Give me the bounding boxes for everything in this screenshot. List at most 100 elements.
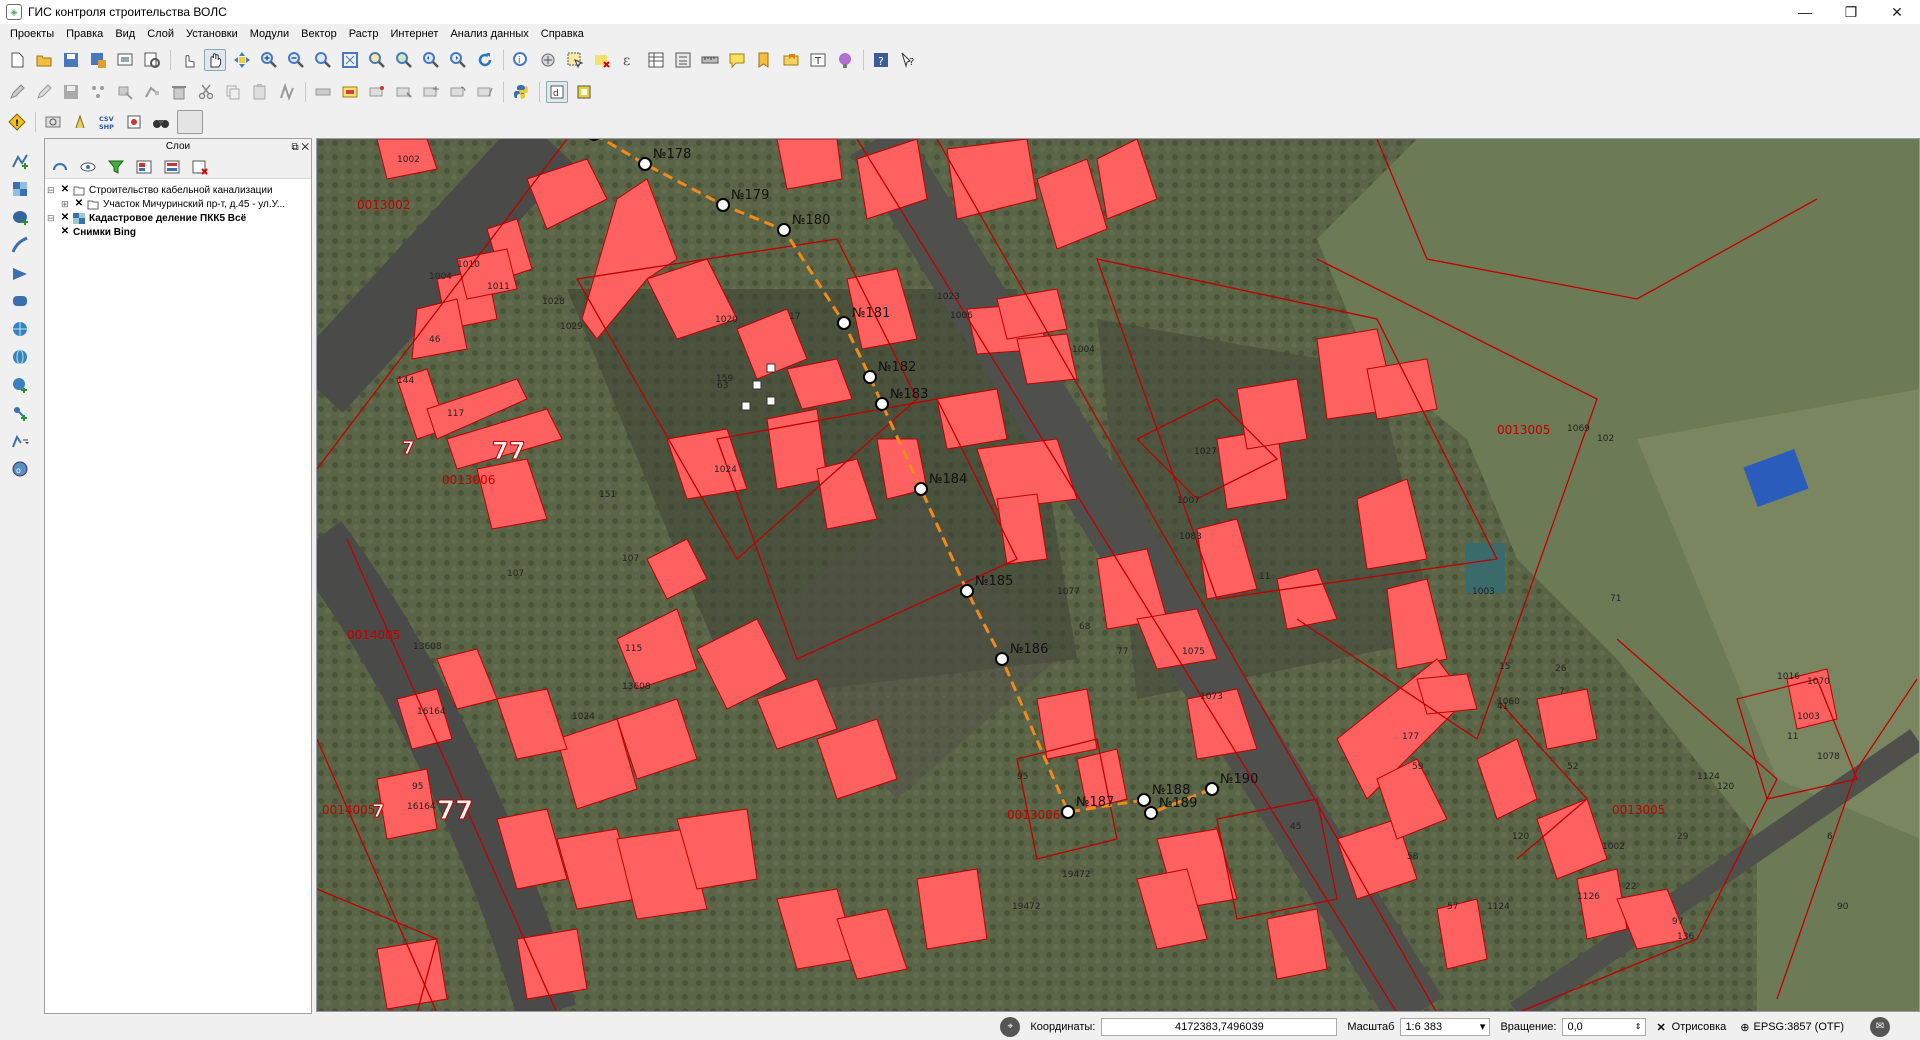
delete-selected-icon[interactable] [168, 81, 190, 103]
layer-checkbox[interactable]: ✕ [74, 199, 84, 209]
expression-select-icon[interactable]: ε [618, 49, 640, 71]
run-action-icon[interactable] [537, 49, 559, 71]
layer-row-cadastral[interactable]: ⊟ ✕ Кадастровое деление ПКК5 Всё [47, 211, 309, 225]
node-tool-icon[interactable] [141, 81, 163, 103]
menu-edit[interactable]: Правка [60, 28, 109, 40]
add-vector-layer-icon[interactable] [9, 150, 31, 172]
add-wcs-layer-icon[interactable] [9, 318, 31, 340]
zoom-native-icon[interactable] [312, 49, 334, 71]
menu-raster[interactable]: Растр [343, 28, 385, 40]
save-project-icon[interactable] [60, 49, 82, 71]
zoom-to-layer-icon[interactable] [393, 49, 415, 71]
pan-map-icon[interactable] [204, 49, 226, 71]
plugin-tool-icon[interactable]: d [546, 81, 568, 103]
print-layout-icon[interactable] [114, 49, 136, 71]
visibility-eye-icon[interactable] [79, 158, 97, 176]
add-feature-icon[interactable] [87, 81, 109, 103]
copy-features-icon[interactable] [222, 81, 244, 103]
menu-data-analysis[interactable]: Анализ данных [444, 28, 534, 40]
messages-icon[interactable]: ✉ [1870, 1017, 1890, 1037]
georeferencer-icon[interactable] [42, 111, 64, 133]
layout-manager-icon[interactable] [141, 49, 163, 71]
select-features-icon[interactable] [564, 49, 586, 71]
menu-view[interactable]: Вид [109, 28, 141, 40]
zoom-full-icon[interactable] [339, 49, 361, 71]
map-tips-icon[interactable] [726, 49, 748, 71]
new-project-icon[interactable] [6, 49, 28, 71]
zoom-in-icon[interactable] [258, 49, 280, 71]
label-tool-icon[interactable] [312, 81, 334, 103]
map-svg[interactable]: №177№178№179№180№181№182№183№184№185№186… [317, 139, 1920, 1012]
menu-plugins[interactable]: Модули [244, 28, 295, 40]
whats-this-icon[interactable]: ? [897, 49, 919, 71]
label-highlight-icon[interactable] [339, 81, 361, 103]
help-icon[interactable]: ? [870, 49, 892, 71]
layer-row-construction[interactable]: ⊟ ✕ Строительство кабельной канализации [47, 183, 309, 197]
menu-vector[interactable]: Вектор [295, 28, 343, 40]
filter-legend-icon[interactable] [107, 158, 125, 176]
paste-features-icon[interactable] [249, 81, 271, 103]
menu-settings[interactable]: Установки [180, 28, 244, 40]
close-button[interactable]: ✕ [1874, 0, 1920, 24]
map-canvas[interactable]: №177№178№179№180№181№182№183№184№185№186… [316, 138, 1920, 1012]
add-postgis-layer-icon[interactable] [9, 206, 31, 228]
python-console-icon[interactable] [510, 81, 532, 103]
style-manager-icon[interactable] [834, 49, 856, 71]
layer-checkbox[interactable]: ✕ [60, 213, 70, 223]
menu-layer[interactable]: Слой [141, 28, 180, 40]
render-checkbox[interactable]: ✕ [1656, 1021, 1665, 1034]
touch-icon[interactable] [177, 49, 199, 71]
add-group-icon[interactable] [135, 158, 153, 176]
panel-float-close-buttons[interactable]: ⧉ ✕ [291, 140, 309, 156]
identify-icon[interactable]: i [510, 49, 532, 71]
show-bookmarks-icon[interactable] [780, 49, 802, 71]
deselect-icon[interactable] [591, 49, 613, 71]
cut-features-icon[interactable] [195, 81, 217, 103]
zoom-to-selection-icon[interactable] [366, 49, 388, 71]
binoculars-icon[interactable] [150, 111, 172, 133]
zoom-out-icon[interactable] [285, 49, 307, 71]
spin-arrows-icon[interactable]: ⇕ [1635, 1019, 1642, 1035]
coordinates-field[interactable]: 4172383,7496039 [1101, 1018, 1338, 1036]
layer-style-icon[interactable] [51, 158, 69, 176]
digitize-tool-icon[interactable] [276, 81, 298, 103]
scale-combobox[interactable]: 1:6 383 ▾ [1400, 1018, 1491, 1036]
plugin-tool-2-icon[interactable] [573, 81, 595, 103]
remove-layer-icon[interactable] [191, 158, 209, 176]
layer-checkbox[interactable]: ✕ [60, 227, 70, 237]
add-delimited-text-icon[interactable] [9, 374, 31, 396]
expand-all-icon[interactable] [163, 158, 181, 176]
spatial-query-icon[interactable] [123, 111, 145, 133]
change-label-icon[interactable] [474, 81, 496, 103]
move-label-icon[interactable] [420, 81, 442, 103]
csv-shp-icon[interactable]: CSV SHP [96, 111, 118, 133]
coordinate-toggle-icon[interactable]: ⌖ [1000, 1017, 1021, 1037]
rotation-spinbox[interactable]: 0,0 ⇕ [1562, 1018, 1647, 1036]
minimize-button[interactable]: — [1782, 0, 1828, 24]
add-wms-layer-icon[interactable] [9, 262, 31, 284]
toggle-editing-icon[interactable] [33, 81, 55, 103]
add-globe-layer-icon[interactable]: o [9, 458, 31, 480]
current-edits-icon[interactable] [6, 81, 28, 103]
expander-icon[interactable]: ⊟ [47, 185, 57, 196]
save-edits-icon[interactable] [60, 81, 82, 103]
rotate-label-icon[interactable] [447, 81, 469, 103]
add-wfs-layer-icon[interactable] [9, 346, 31, 368]
add-virtual-layer-icon[interactable] [9, 402, 31, 424]
menu-web[interactable]: Интернет [384, 28, 444, 40]
coordinate-capture-icon[interactable] [69, 111, 91, 133]
menu-help[interactable]: Справка [535, 28, 590, 40]
zoom-last-icon[interactable] [420, 49, 442, 71]
text-annotation-icon[interactable]: T [807, 49, 829, 71]
menu-projects[interactable]: Проекты [4, 28, 60, 40]
new-bookmark-icon[interactable] [753, 49, 775, 71]
field-calculator-icon[interactable] [672, 49, 694, 71]
layer-row-section[interactable]: ⊞ ✕ Участок Мичуринский пр-т, д.45 - ул.… [47, 197, 309, 211]
chevron-down-icon[interactable]: ▾ [1480, 1019, 1486, 1035]
layer-checkbox[interactable]: ✕ [60, 185, 70, 195]
move-feature-icon[interactable] [114, 81, 136, 103]
measure-icon[interactable] [699, 49, 721, 71]
layer-row-bing[interactable]: ✕ Снимки Bing [47, 225, 309, 239]
add-spatialite-layer-icon[interactable] [9, 234, 31, 256]
maximize-button[interactable]: ❐ [1828, 0, 1874, 24]
